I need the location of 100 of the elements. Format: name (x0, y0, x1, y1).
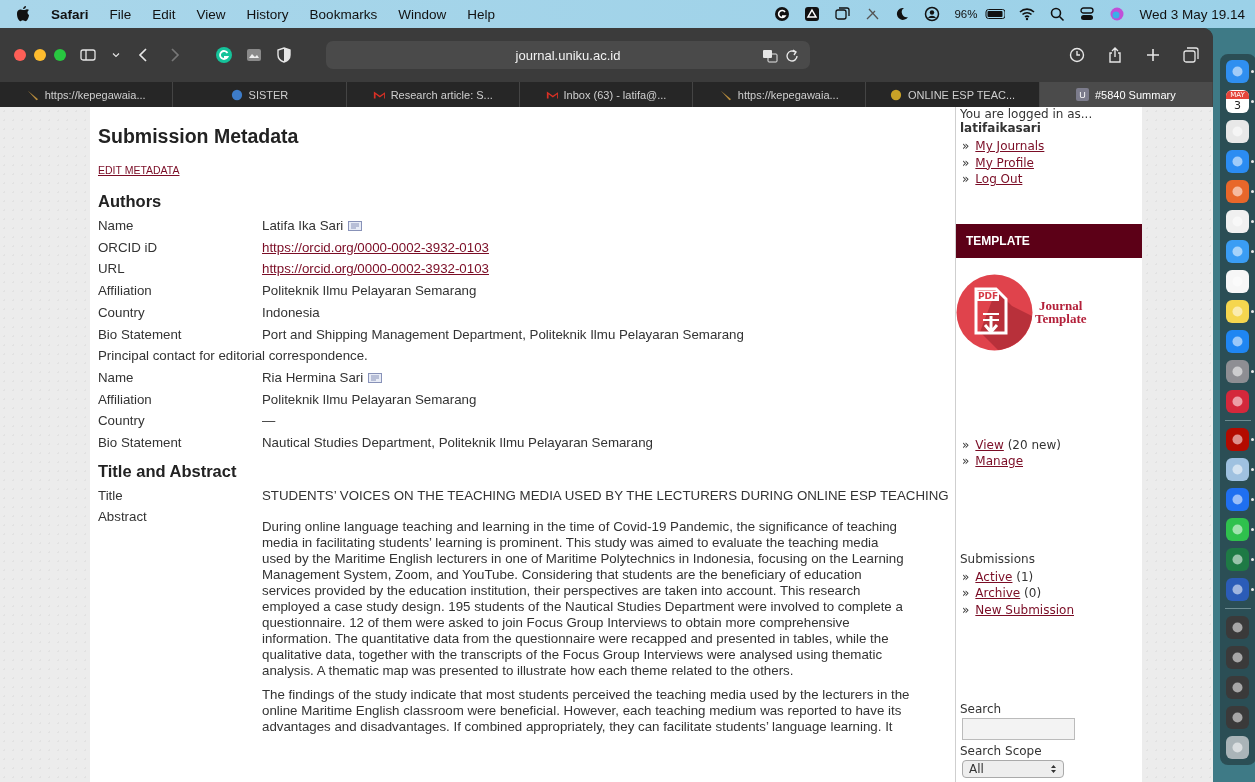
sidebar-link[interactable]: Log Out (975, 172, 1023, 186)
field-label: Country (98, 303, 146, 322)
menu-item[interactable]: History (246, 6, 289, 22)
count-text: (0) (1024, 586, 1042, 600)
clock[interactable]: Wed 3 May 19.14 (1139, 6, 1245, 22)
author-name: Latifa Ika Sari (262, 217, 344, 235)
orcid-link[interactable]: https://orcid.org/0000-0002-3932-0103 (262, 239, 489, 255)
shield-icon[interactable] (276, 47, 292, 63)
app-icon[interactable] (1226, 578, 1249, 601)
sidebar-icon[interactable] (80, 47, 96, 63)
tab-favicon: U (1075, 88, 1089, 101)
app-icon[interactable] (1226, 458, 1249, 481)
author-name: Ria Hermina Sari (262, 368, 364, 387)
user-circle-icon[interactable] (924, 6, 941, 22)
wifi-icon[interactable] (1019, 6, 1036, 22)
app-icon[interactable] (1226, 180, 1249, 203)
app-icon[interactable] (1226, 330, 1249, 353)
bullet-text: » (962, 436, 970, 453)
menu-item[interactable]: View (196, 6, 226, 22)
count-text: (20 new) (1007, 437, 1061, 452)
menu-item[interactable]: Window (398, 6, 447, 22)
sidebar-link[interactable]: My Journals (975, 139, 1045, 153)
bullet-text: » (962, 568, 970, 585)
sidebar-link[interactable]: Active (975, 569, 1013, 584)
note-text: Principal contact for editorial correspondence. (98, 347, 368, 366)
field-label: Bio Statement (98, 434, 183, 453)
grammar-icon[interactable] (216, 47, 232, 63)
field-label: Abstract (98, 508, 148, 527)
apple-icon[interactable] (16, 6, 30, 22)
sidebar-link[interactable]: Manage (975, 454, 1023, 468)
field-label: ORCID iD (98, 238, 159, 257)
pen-slash-icon[interactable] (864, 6, 881, 22)
share-icon[interactable] (1107, 47, 1123, 63)
count-text: (1) (1016, 569, 1034, 584)
bullet-text: » (962, 171, 970, 188)
field-label: Bio Statement (98, 325, 183, 344)
moon-icon[interactable] (894, 6, 911, 22)
zoom-button[interactable] (54, 49, 66, 61)
field-label: Name (98, 368, 135, 387)
menu-item[interactable]: Bookmarks (309, 6, 378, 22)
minimize-button[interactable] (34, 49, 46, 61)
scope-label: Search Scope (960, 744, 1043, 758)
pdf-download-icon[interactable] (956, 273, 1033, 351)
page-heading: Submission Metadata (98, 125, 300, 148)
app-icon[interactable] (1226, 60, 1249, 83)
section-heading: Authors (98, 192, 163, 211)
translate-icon[interactable] (762, 48, 778, 64)
field-value: Politeknik Ilmu Pelayaran Semarang (262, 390, 478, 409)
sidebar-link[interactable]: View (975, 437, 1004, 452)
grammar-icon[interactable] (774, 6, 791, 22)
scope-select[interactable]: All (962, 760, 1064, 778)
toggles-icon[interactable] (1079, 6, 1096, 22)
menu-item[interactable]: File (109, 6, 132, 22)
sidebar-link[interactable]: Archive (975, 586, 1021, 600)
updown-arrows-icon (1050, 764, 1057, 774)
field-value: STUDENTS’ VOICES ON THE TEACHING MEDIA USED BY THE LECTURERS DURING ONLINE ESP TEACHING (262, 486, 950, 505)
app-icon[interactable] (1226, 210, 1249, 233)
emblem-icon (889, 88, 902, 101)
tabs-icon[interactable] (1183, 47, 1199, 63)
emblem-icon (230, 88, 243, 101)
search-label: Search (960, 702, 1003, 716)
sidebar-link[interactable]: New Submission (975, 602, 1074, 617)
search-field[interactable] (962, 718, 1075, 740)
section-heading: Title and Abstract (98, 461, 238, 481)
bullet-text: » (962, 601, 970, 618)
address-field[interactable]: journal.uniku.ac.id (326, 41, 810, 69)
app-icon[interactable] (1226, 548, 1249, 571)
reload-icon[interactable] (784, 48, 800, 64)
login-text: You are logged in as... (960, 107, 1094, 121)
field-label: URL (98, 260, 126, 279)
field-value: — (262, 412, 277, 431)
clock-icon[interactable] (1069, 47, 1085, 63)
app-icon[interactable] (1226, 428, 1249, 451)
battery-icon[interactable] (982, 6, 1006, 22)
field-label: Title (98, 486, 124, 505)
template-caption: Journal Template (1035, 299, 1087, 325)
app-menu[interactable]: Safari (51, 6, 89, 22)
field-value: Indonesia (262, 303, 321, 322)
bullet-text: » (962, 138, 970, 155)
bullet-text: » (962, 154, 970, 171)
bullet-text: » (962, 453, 970, 470)
menu-item[interactable]: Edit (152, 6, 176, 22)
plus-icon[interactable] (1145, 47, 1161, 63)
menu-item[interactable]: Help (467, 6, 495, 22)
search-icon[interactable] (1049, 6, 1066, 22)
orcid-link[interactable]: https://orcid.org/0000-0002-3932-0103 (262, 261, 489, 277)
submissions-title: Submissions (960, 551, 1036, 566)
close-button[interactable] (14, 49, 26, 61)
abstract-paragraph: The findings of the study indicate that most students perceived the teaching media used by the lecturers in the online Maritime English classroom were beneficial. However, each teaching medium was reported to have its advantages and disadvantages. If combined appropriately, they can facilitate students’ language learning. It (262, 687, 910, 736)
field-label: Affiliation (98, 282, 153, 301)
template-header: TEMPLATE (956, 223, 1142, 258)
app-icon[interactable] (1226, 488, 1249, 511)
browser-tab[interactable]: U #5840 Summary (1039, 82, 1213, 107)
sidebar-link[interactable]: My Profile (975, 155, 1034, 170)
abstract-paragraph: During online language teaching and learning in the time of Covid-19 Pandemic, the significance of teaching media in facilitating students’ learning is prominent. This study was aimed to evaluate the teaching media used by the Maritime English lecturers in one of Maritime Polytechnics in Indonesia, focusing on the Learning Management System, Zoom, and YouTube. Considering that students are the beneficiary of education services provided by the education institution, their perspectives are taken into account. This research employed a case study design. 195 students of the Nautical Studies Department were involved to complete a questionnaire. 12 of them were asked to join Focus Group Interviews to obtain more comprehensive information. The quantitative data from the questionnaire were recapped and presented in tables, while the qualitative data, together with the transcripts of the Focus Group Interviews were analysed using thematic analysis. A thematic map was presented to illustrate how each theme related to the others. (262, 519, 905, 680)
edit-metadata-link[interactable]: EDIT METADATA (98, 164, 180, 176)
app-icon[interactable] (1226, 390, 1249, 413)
username: latifaikasari (960, 121, 1042, 135)
picture-icon[interactable] (246, 47, 262, 63)
windows-icon[interactable] (834, 6, 851, 22)
